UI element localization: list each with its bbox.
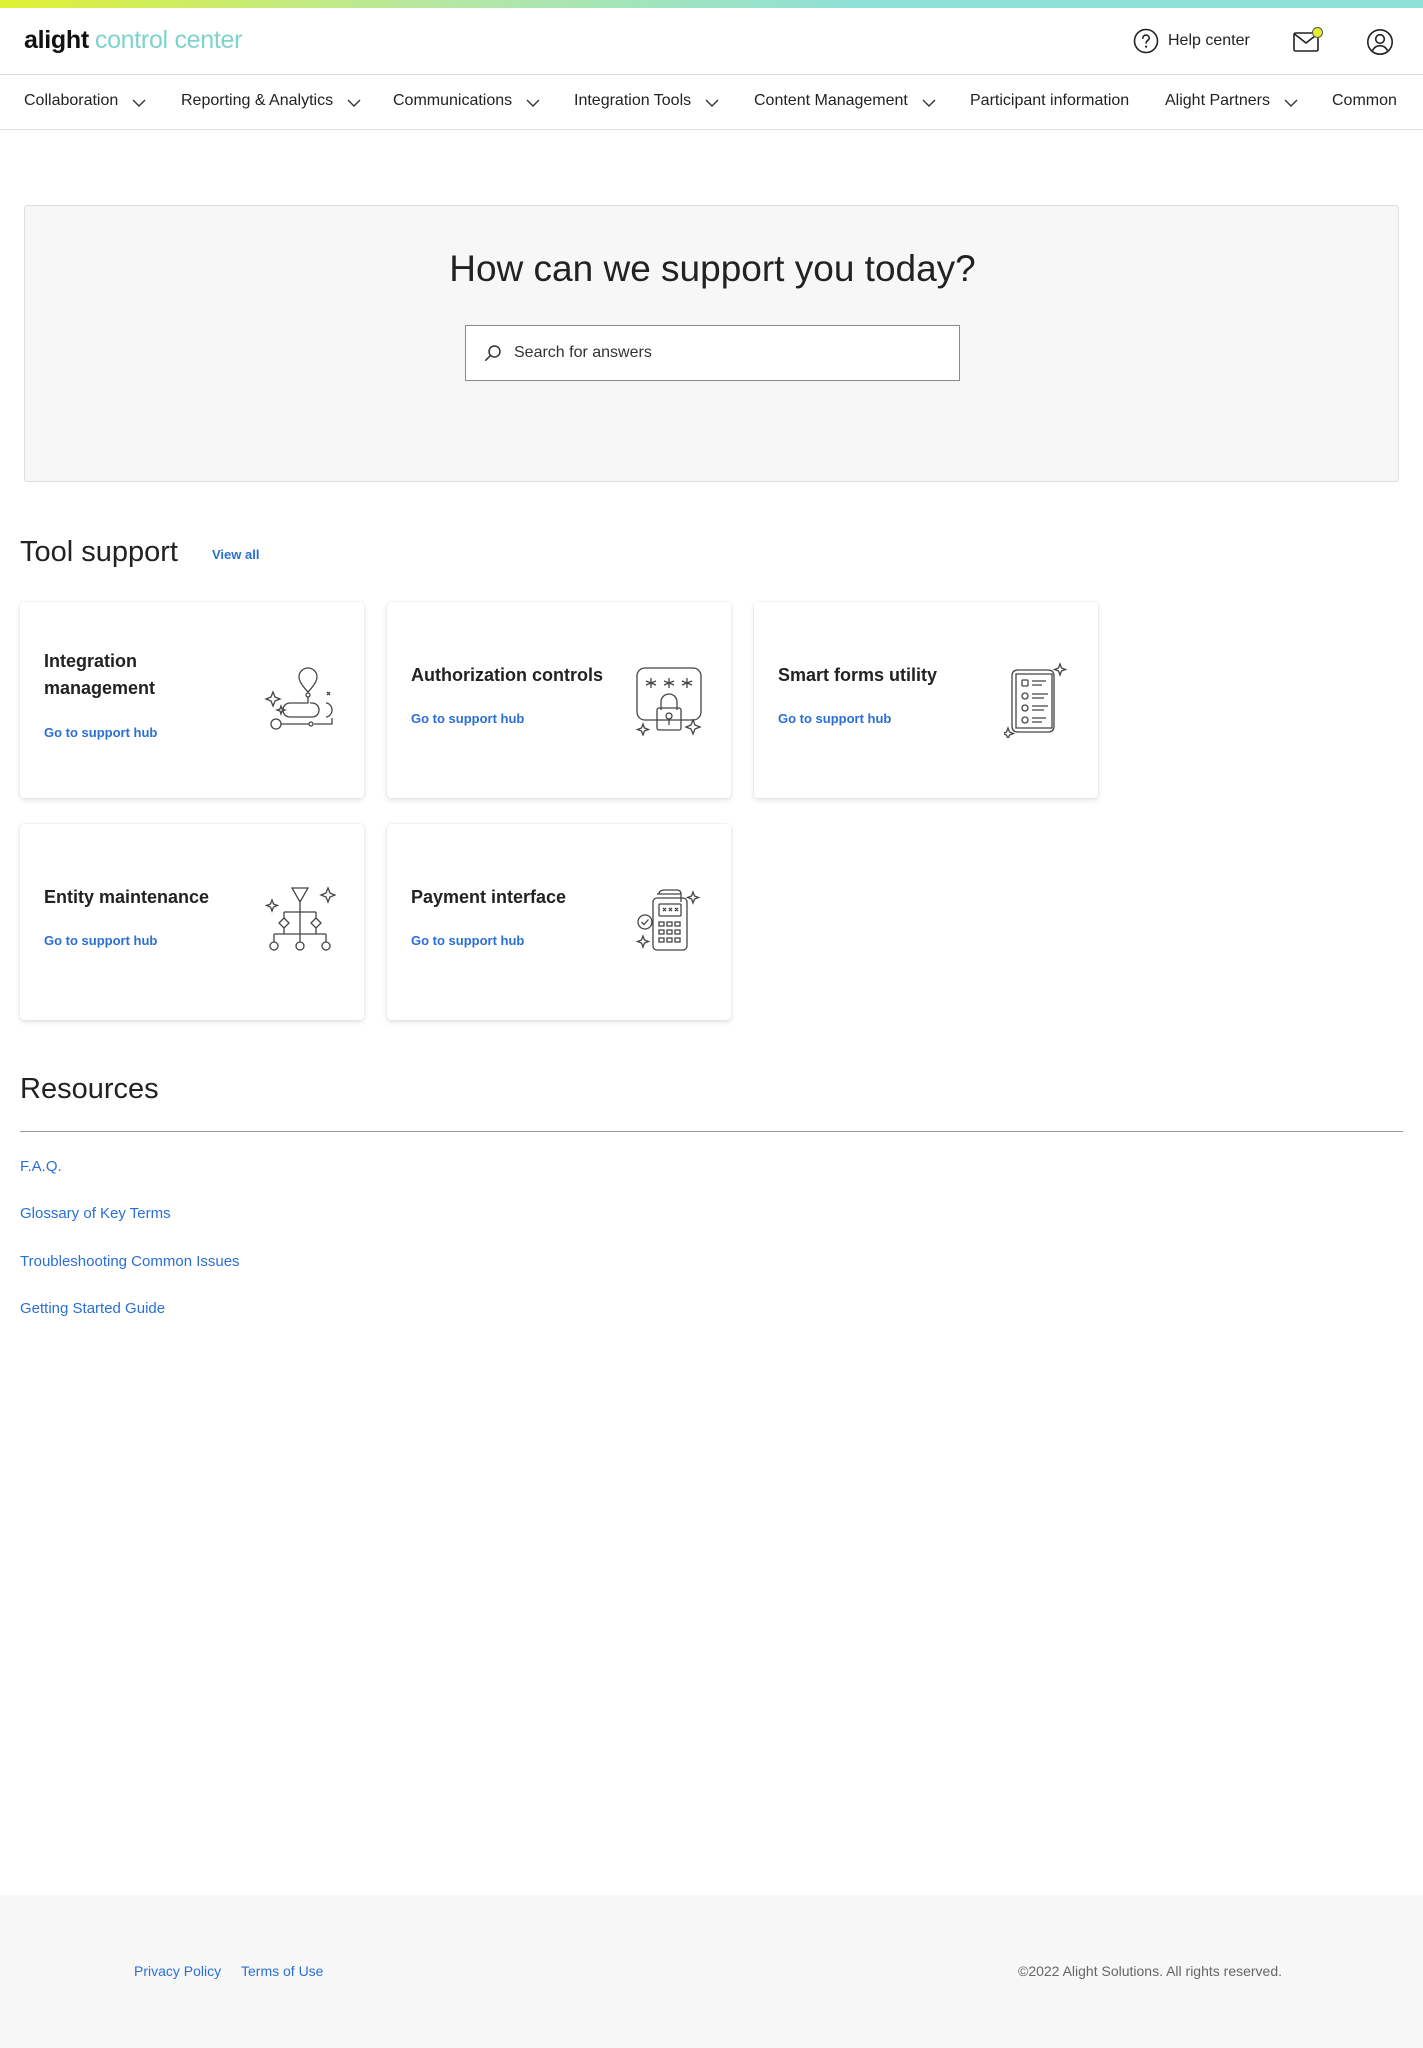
go-to-support-hub-link[interactable]: Go to support hub: [778, 711, 891, 726]
help-center-label: Help center: [1168, 32, 1250, 49]
tool-card-entity-maintenance[interactable]: Entity maintenance Go to support hub: [20, 824, 364, 1020]
nav-item-integration-tools[interactable]: Integration Tools: [574, 92, 719, 110]
tool-card-payment-interface[interactable]: Payment interface Go to support hub: [387, 824, 731, 1020]
terms-of-use-link[interactable]: Terms of Use: [241, 1963, 323, 1979]
resource-link-getting-started[interactable]: Getting Started Guide: [20, 1300, 165, 1317]
nav-item-participant-information[interactable]: Participant information: [970, 92, 1129, 110]
footer: Privacy Policy Terms of Use ©2022 Alight…: [0, 1895, 1423, 2048]
smart-forms-icon: [1004, 662, 1068, 738]
go-to-support-hub-link[interactable]: Go to support hub: [411, 711, 524, 726]
card-title: Integration management: [44, 651, 156, 698]
inbox-button[interactable]: [1293, 27, 1323, 54]
chevron-down-icon: [922, 99, 936, 107]
chevron-down-icon: [705, 99, 719, 107]
nav-item-label: Content Management: [754, 92, 908, 109]
search-input[interactable]: [514, 344, 934, 362]
logo-brand: alight: [24, 26, 89, 54]
chevron-down-icon: [132, 99, 146, 107]
privacy-policy-link[interactable]: Privacy Policy: [134, 1963, 221, 1979]
hero-title: How can we support you today?: [449, 248, 976, 289]
resource-link-faq[interactable]: F.A.Q.: [20, 1158, 62, 1175]
go-to-support-hub-link[interactable]: Go to support hub: [411, 933, 524, 948]
tool-card-smart-forms-utility[interactable]: Smart forms utility Go to support hub: [754, 602, 1098, 798]
logo[interactable]: alight control center: [24, 26, 242, 55]
nav-item-label: Communications: [393, 92, 513, 109]
copyright-text: ©2022 Alight Solutions. All rights reser…: [1018, 1963, 1283, 1979]
card-title: Entity maintenance: [44, 887, 210, 907]
user-icon: [1367, 29, 1393, 55]
tool-card-authorization-controls[interactable]: Authorization controls Go to support hub: [387, 602, 731, 798]
view-all-link[interactable]: View all: [212, 547, 259, 562]
help-icon: [1133, 28, 1159, 54]
entity-icon: [264, 886, 336, 951]
nav-item-label: Common: [1332, 92, 1397, 109]
nav-item-communications[interactable]: Communications: [393, 92, 540, 110]
top-gradient-bar: [0, 0, 1423, 8]
card-title: Authorization controls: [411, 665, 603, 685]
card-title: Payment interface: [411, 887, 567, 907]
resource-link-troubleshooting[interactable]: Troubleshooting Common Issues: [20, 1253, 240, 1270]
card-title: Smart forms utility: [778, 665, 938, 685]
go-to-support-hub-link[interactable]: Go to support hub: [44, 933, 157, 948]
chevron-down-icon: [347, 99, 361, 107]
resources-divider: [20, 1131, 1403, 1132]
notification-dot: [1312, 27, 1323, 38]
go-to-support-hub-link[interactable]: Go to support hub: [44, 725, 157, 740]
header: alight control center Help center: [0, 8, 1423, 75]
nav-item-collaboration[interactable]: Collaboration: [24, 92, 146, 110]
nav-item-label: Integration Tools: [574, 92, 692, 109]
nav-item-common[interactable]: Common: [1332, 92, 1397, 110]
logo-product: control center: [94, 26, 243, 54]
user-menu-button[interactable]: [1366, 28, 1394, 56]
integration-icon: [264, 667, 333, 730]
nav-item-label: Reporting & Analytics: [181, 92, 334, 109]
chevron-down-icon: [526, 99, 540, 107]
help-center-link[interactable]: Help center: [1133, 28, 1250, 54]
authorization-icon: [635, 667, 702, 736]
tool-support-title: Tool support: [20, 536, 178, 568]
resource-link-glossary[interactable]: Glossary of Key Terms: [20, 1205, 171, 1222]
search-icon: [485, 345, 501, 361]
support-hero: How can we support you today?: [24, 205, 1399, 482]
resources-title: Resources: [20, 1073, 159, 1105]
chevron-down-icon: [1284, 99, 1298, 107]
nav-item-label: Collaboration: [24, 92, 119, 109]
payment-icon: [635, 889, 701, 951]
nav-item-reporting-analytics[interactable]: Reporting & Analytics: [181, 92, 361, 110]
nav-item-label: Alight Partners: [1165, 92, 1270, 109]
main-nav: Collaboration Reporting & Analytics Comm…: [0, 76, 1423, 130]
nav-item-label: Participant information: [970, 92, 1130, 109]
search-box[interactable]: [465, 325, 960, 381]
nav-item-alight-partners[interactable]: Alight Partners: [1165, 92, 1298, 110]
nav-item-content-management[interactable]: Content Management: [754, 92, 936, 110]
tool-card-integration-management[interactable]: Integration management Go to support hub: [20, 602, 364, 798]
